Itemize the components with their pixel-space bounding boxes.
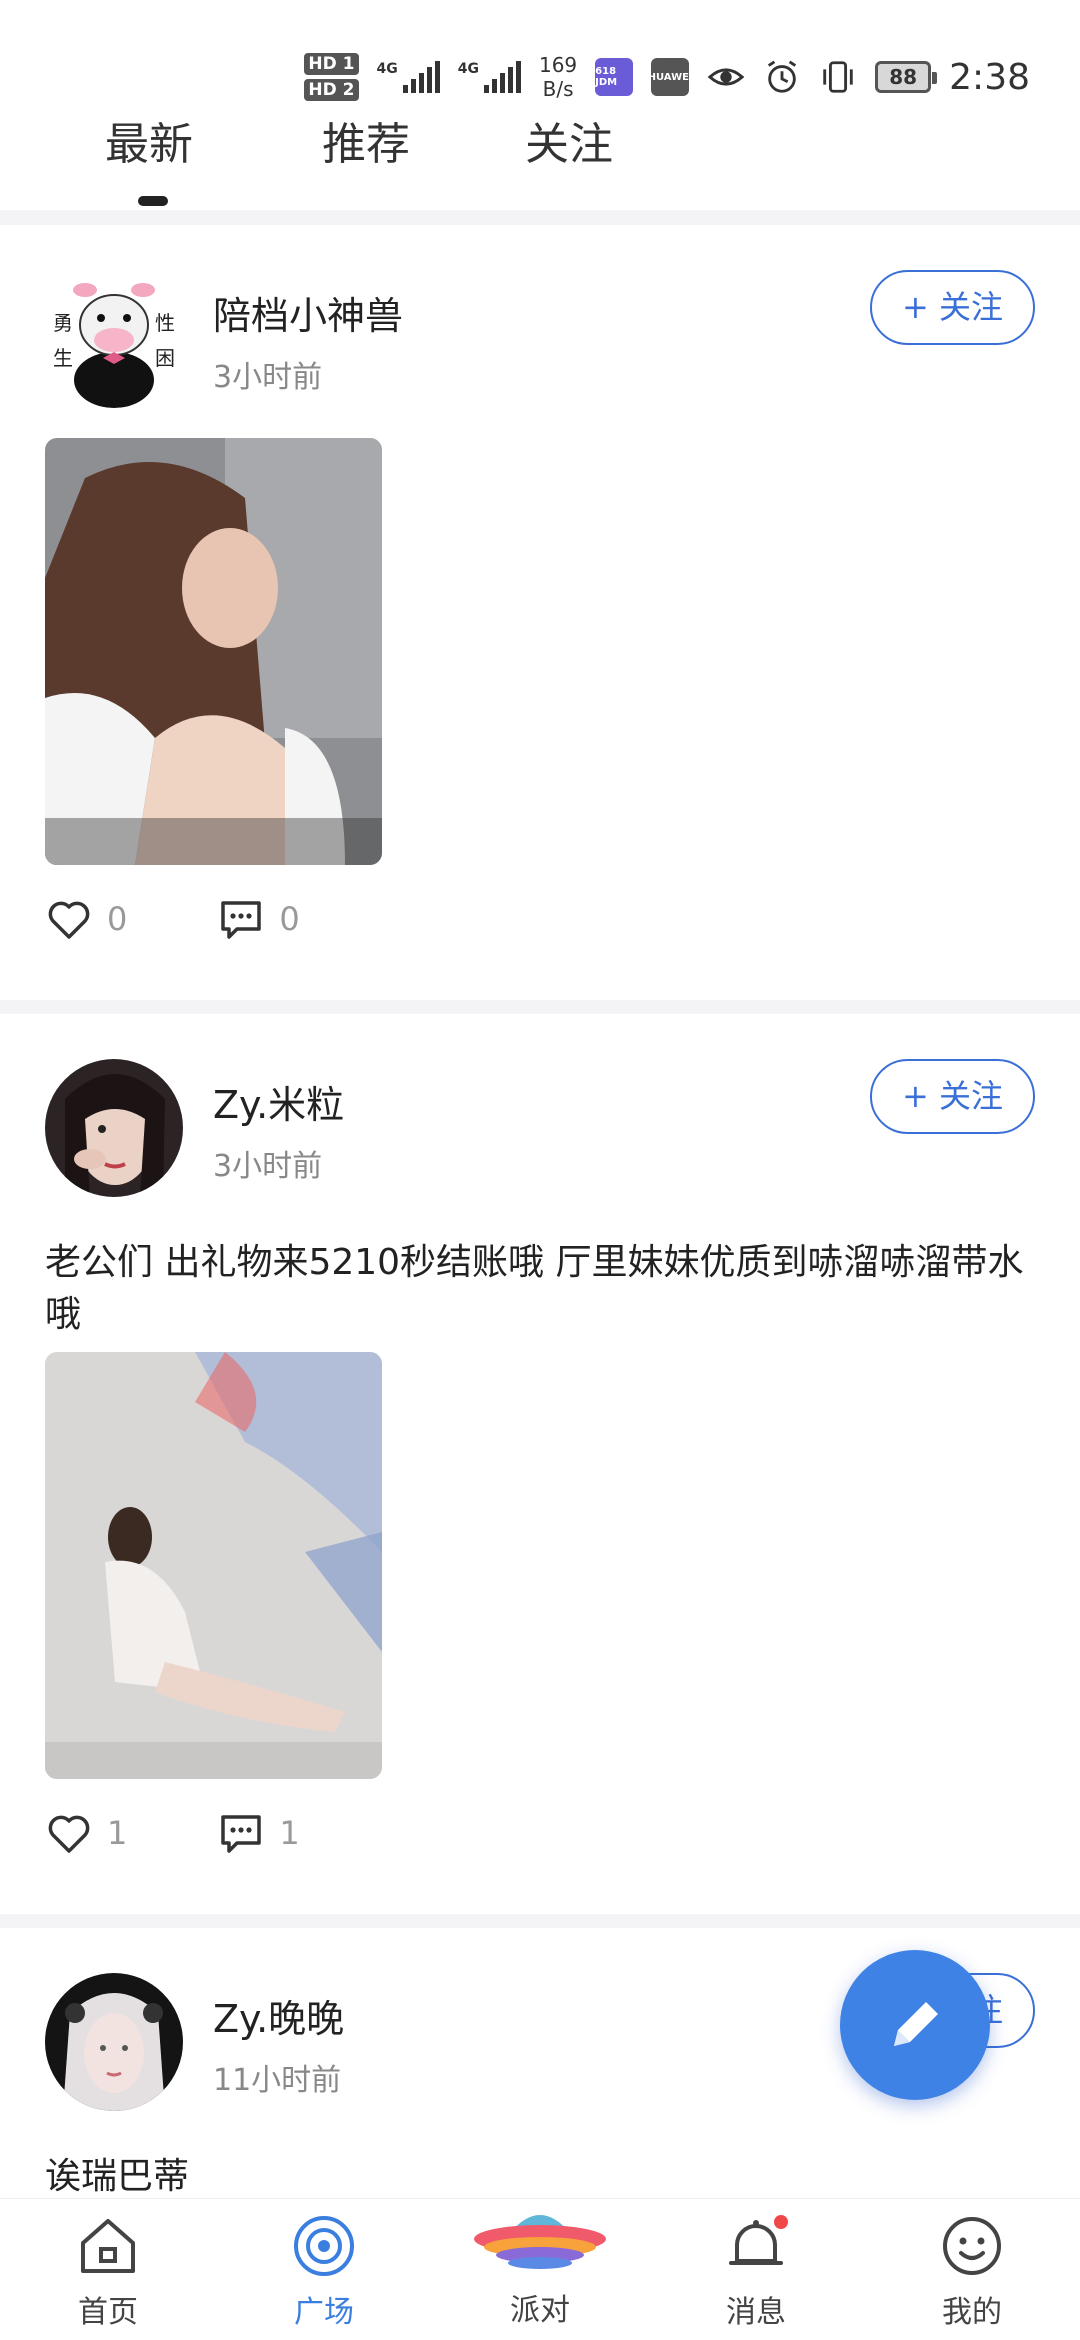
party-ufo-icon (474, 2215, 606, 2269)
comment-icon (221, 1815, 262, 1853)
post-card[interactable]: Zy.米粒 3小时前 + 关注 老公们 出礼物来5210秒结账哦 厅里妹妹优质到… (0, 1014, 1080, 1914)
alarm-icon (768, 60, 797, 93)
comment-button[interactable]: 1 (217, 1809, 300, 1857)
username[interactable]: Zy.晚晚 (213, 1988, 344, 2043)
clock: 2:38 (949, 56, 1030, 98)
tab-following[interactable]: 关注 (525, 110, 613, 190)
post-text: 诶瑞巴蒂 (45, 2156, 190, 2197)
post-actions: 0 0 (45, 895, 390, 943)
avatar[interactable] (45, 1059, 183, 1197)
comment-count: 1 (279, 1814, 300, 1852)
username[interactable]: Zy.米粒 (213, 1074, 344, 1129)
post-card[interactable]: 勇 生 性 困 陪档小神兽 3小时前 + 关注 0 0 (0, 225, 1080, 1000)
like-button[interactable]: 1 (45, 1809, 127, 1857)
avatar[interactable] (45, 1973, 183, 2111)
tab-latest[interactable]: 最新 (105, 110, 193, 190)
post-actions: 1 1 (45, 1809, 390, 1857)
signal-2-icon: 4G (458, 61, 521, 93)
post-photo[interactable] (45, 1352, 382, 1779)
svg-text:困: 困 (155, 346, 175, 370)
huawei-app-icon: HUAWEI (648, 58, 693, 96)
active-tab-indicator (138, 196, 168, 206)
nav-messages[interactable]: 消息 (648, 2199, 864, 2340)
post-text: 老公们 出礼物来5210秒结账哦 厅里妹妹优质到哧溜哧溜带水哦 (45, 1242, 1024, 1335)
like-count: 1 (107, 1814, 128, 1852)
compose-post-button[interactable] (840, 1950, 990, 2100)
post-photo[interactable] (45, 438, 382, 865)
comment-icon (221, 901, 262, 939)
plaza-icon (294, 2216, 354, 2276)
signal-1-icon: 4G (377, 61, 440, 93)
username[interactable]: 陪档小神兽 (213, 285, 403, 340)
like-count: 0 (107, 900, 128, 938)
follow-button[interactable]: + 关注 (870, 270, 1035, 345)
nav-party[interactable]: 派对 (432, 2199, 648, 2340)
heart-icon (48, 1815, 90, 1853)
svg-text:勇: 勇 (53, 311, 73, 335)
hd-indicator: HD 1 HD 2 (304, 53, 359, 101)
status-bar: HD 1 HD 2 4G 4G 169 B/s 618 JDM HUAWEI 8… (0, 0, 1080, 110)
post-time: 3小时前 (213, 1149, 323, 1184)
avatar[interactable]: 勇 生 性 困 (45, 270, 183, 408)
post-time: 11小时前 (213, 2063, 342, 2098)
tab-recommended[interactable]: 推荐 (322, 110, 410, 190)
pencil-icon (894, 2002, 938, 2046)
battery-indicator: 88 (875, 61, 938, 93)
heart-icon (48, 901, 90, 939)
nav-profile[interactable]: 我的 (864, 2199, 1080, 2340)
feed-tabs: 最新 推荐 关注 (0, 110, 1080, 210)
comment-count: 0 (279, 900, 300, 938)
smiley-icon (943, 2217, 1001, 2275)
network-speed: 169 B/s (538, 53, 578, 101)
svg-text:性: 性 (155, 311, 175, 335)
vibrate-icon (823, 61, 853, 93)
like-button[interactable]: 0 (45, 895, 127, 943)
nav-plaza[interactable]: 广场 (216, 2199, 432, 2340)
nav-home[interactable]: 首页 (0, 2199, 216, 2340)
post-time: 3小时前 (213, 360, 323, 395)
bottom-navigation: 首页 广场 派对 消息 我的 (0, 2198, 1080, 2340)
jd-app-icon: 618 JDM (595, 58, 634, 96)
unread-badge (774, 2215, 788, 2229)
home-icon (81, 2219, 135, 2273)
eye-comfort-icon (707, 68, 745, 86)
svg-text:生: 生 (53, 346, 73, 370)
follow-button[interactable]: + 关注 (870, 1059, 1035, 1134)
comment-button[interactable]: 0 (217, 895, 300, 943)
